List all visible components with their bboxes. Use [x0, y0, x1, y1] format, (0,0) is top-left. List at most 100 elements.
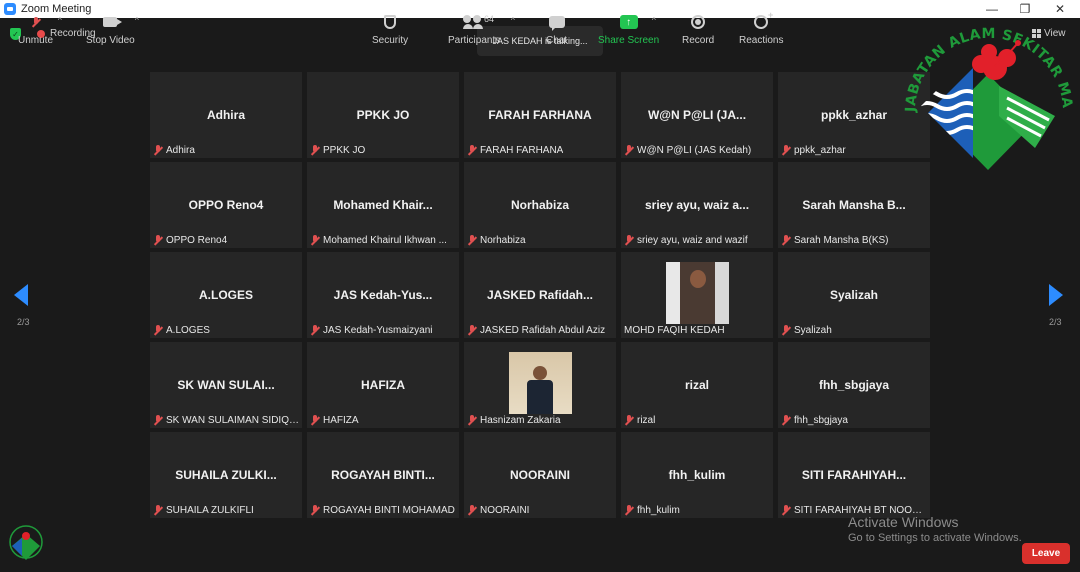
microphone-muted-icon	[153, 325, 163, 336]
previous-page-button[interactable]	[14, 284, 28, 306]
next-page-button[interactable]	[1049, 284, 1063, 306]
participant-caption-name: rizal	[637, 415, 656, 426]
participant-tile[interactable]: HAFIZA HAFIZA	[307, 342, 459, 428]
participant-display-name: NOORAINI	[510, 468, 570, 482]
participant-tile[interactable]: JAS Kedah-Yus... JAS Kedah-Yusmaizyani	[307, 252, 459, 338]
participant-tile[interactable]: FARAH FARHANA FARAH FARHANA	[464, 72, 616, 158]
reactions-button[interactable]: Reactions	[739, 10, 783, 46]
participants-icon	[463, 12, 485, 32]
logo-blue-waves	[921, 68, 973, 158]
participant-caption-name: JAS Kedah-Yusmaizyani	[323, 325, 433, 336]
participant-caption-name: SK WAN SULAIMAN SIDIQ, ...	[166, 415, 299, 426]
record-icon	[691, 12, 706, 32]
participant-caption-name: Hasnizam Zakaria	[480, 415, 561, 426]
participant-tile[interactable]: OPPO Reno4 OPPO Reno4	[150, 162, 302, 248]
participants-options-caret[interactable]: ^	[511, 16, 515, 25]
participant-tile[interactable]: PPKK JO PPKK JO	[307, 72, 459, 158]
leave-meeting-button[interactable]: Leave	[1022, 543, 1070, 564]
participant-caption-name: ppkk_azhar	[794, 145, 846, 156]
microphone-muted-icon	[153, 235, 163, 246]
microphone-muted-icon	[781, 145, 791, 156]
participant-caption: JAS Kedah-Yusmaizyani	[310, 325, 456, 336]
participant-display-name: SK WAN SULAI...	[177, 378, 275, 392]
stop-video-button[interactable]: Stop Video	[86, 12, 135, 46]
participant-tile[interactable]: W@N P@LI (JA... W@N P@LI (JAS Kedah)	[621, 72, 773, 158]
reactions-smiley-icon	[754, 10, 773, 32]
activate-windows-watermark: Activate Windows Go to Settings to activ…	[848, 514, 1022, 544]
participant-caption: JASKED Rafidah Abdul Aziz	[467, 325, 613, 336]
microphone-muted-icon	[310, 235, 320, 246]
participant-caption: W@N P@LI (JAS Kedah)	[624, 145, 770, 156]
microphone-muted-icon	[781, 505, 791, 516]
participant-tile[interactable]: sriey ayu, waiz a... sriey ayu, waiz and …	[621, 162, 773, 248]
participant-caption-name: Norhabiza	[480, 235, 526, 246]
participant-caption-name: fhh_kulim	[637, 505, 680, 516]
participant-tile[interactable]: Hasnizam Zakaria	[464, 342, 616, 428]
participant-display-name: fhh_kulim	[668, 468, 726, 482]
microphone-muted-icon	[467, 505, 477, 516]
participant-display-name: fhh_sbgjaya	[818, 378, 890, 392]
participant-caption: SUHAILA ZULKIFLI	[153, 505, 299, 516]
participant-caption: Sarah Mansha B(KS)	[781, 235, 927, 246]
participant-caption-name: MOHD FAQIH KEDAH	[624, 325, 725, 336]
microphone-muted-icon	[781, 415, 791, 426]
small-logo-overlay	[9, 525, 43, 560]
gallery-grid: Adhira Adhira PPKK JO PPKK JO FARAH FARHANA F…	[150, 72, 930, 518]
participant-display-name: W@N P@LI (JA...	[647, 108, 747, 122]
participant-tile[interactable]: MOHD FAQIH KEDAH	[621, 252, 773, 338]
share-screen-label: Share Screen	[598, 35, 660, 46]
microphone-muted-icon	[781, 235, 791, 246]
participant-tile[interactable]: JASKED Rafidah... JASKED Rafidah Abdul Az…	[464, 252, 616, 338]
participant-tile[interactable]: Syalizah Syalizah	[778, 252, 930, 338]
participant-caption-name: Adhira	[166, 145, 195, 156]
microphone-muted-icon	[153, 415, 163, 426]
participant-tile[interactable]: fhh_sbgjaya fhh_sbgjaya	[778, 342, 930, 428]
chat-button[interactable]: Chat	[546, 12, 567, 46]
participant-caption-name: A.LOGES	[166, 325, 210, 336]
participant-tile[interactable]: NOORAINI NOORAINI	[464, 432, 616, 518]
participant-display-name: SITI FARAHIYAH...	[801, 468, 907, 482]
participant-display-name: ROGAYAH BINTI...	[331, 468, 435, 482]
participant-caption: NOORAINI	[467, 505, 613, 516]
participant-tile[interactable]: SUHAILA ZULKI... SUHAILA ZULKIFLI	[150, 432, 302, 518]
microphone-muted-icon	[153, 505, 163, 516]
participant-tile[interactable]: ROGAYAH BINTI... ROGAYAH BINTI MOHAMAD	[307, 432, 459, 518]
record-label: Record	[682, 35, 715, 46]
video-options-caret[interactable]: ^	[135, 16, 139, 25]
security-button[interactable]: Security	[372, 12, 408, 46]
participant-caption: fhh_sbgjaya	[781, 415, 927, 426]
participant-caption: HAFIZA	[310, 415, 456, 426]
microphone-muted-icon	[467, 415, 477, 426]
participant-tile[interactable]: Mohamed Khair... Mohamed Khairul Ikhwan .…	[307, 162, 459, 248]
participant-tile[interactable]: Norhabiza Norhabiza	[464, 162, 616, 248]
participant-caption-name: JASKED Rafidah Abdul Aziz	[480, 325, 606, 336]
record-button[interactable]: Record	[682, 12, 714, 46]
participant-display-name: rizal	[684, 378, 709, 392]
microphone-muted-icon	[467, 235, 477, 246]
chat-label: Chat	[546, 35, 568, 46]
share-screen-button[interactable]: ↑ Share Screen	[598, 12, 659, 46]
participant-tile[interactable]: SITI FARAHIYAH... SITI FARAHIYAH BT NOOR …	[778, 432, 930, 518]
unmute-button[interactable]: Unmute	[18, 12, 53, 46]
participant-caption-name: HAFIZA	[323, 415, 359, 426]
microphone-muted-icon	[310, 505, 320, 516]
participant-display-name: JASKED Rafidah...	[486, 288, 594, 302]
microphone-muted-icon	[467, 325, 477, 336]
participant-tile[interactable]: fhh_kulim fhh_kulim	[621, 432, 773, 518]
participant-tile[interactable]: Adhira Adhira	[150, 72, 302, 158]
participant-tile[interactable]: SK WAN SULAI... SK WAN SULAIMAN SIDIQ, ..…	[150, 342, 302, 428]
participant-tile[interactable]: rizal rizal	[621, 342, 773, 428]
microphone-muted-icon	[31, 12, 41, 32]
participant-caption-name: Mohamed Khairul Ikhwan ...	[323, 235, 447, 246]
participant-caption: sriey ayu, waiz and wazif	[624, 235, 770, 246]
share-options-caret[interactable]: ^	[652, 16, 656, 25]
stop-video-label: Stop Video	[86, 35, 135, 46]
participant-tile[interactable]: A.LOGES A.LOGES	[150, 252, 302, 338]
chat-bubble-icon	[548, 12, 565, 32]
participant-caption: rizal	[624, 415, 770, 426]
microphone-muted-icon	[781, 325, 791, 336]
audio-options-caret[interactable]: ^	[58, 16, 62, 25]
participant-caption-name: SUHAILA ZULKIFLI	[166, 505, 254, 516]
participant-video-feed	[509, 352, 572, 414]
page-indicator-right: 2/3	[1049, 317, 1062, 327]
